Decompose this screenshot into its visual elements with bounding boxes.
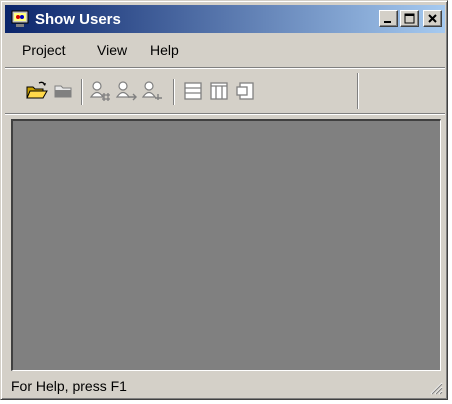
app-icon xyxy=(11,10,29,27)
menu-view[interactable]: View xyxy=(97,42,127,58)
maximize-button[interactable] xyxy=(400,10,419,27)
minimize-button[interactable] xyxy=(379,10,398,27)
window-title: Show Users xyxy=(35,11,121,28)
close-button[interactable] xyxy=(423,10,442,27)
toolbar-separator-line xyxy=(5,113,445,115)
folder-icon[interactable] xyxy=(51,79,75,103)
user-arrow-icon[interactable] xyxy=(115,79,139,103)
status-text: For Help, press F1 xyxy=(11,378,127,394)
title-bar[interactable]: Show Users xyxy=(5,5,445,33)
toolbar-separator xyxy=(81,79,83,105)
status-bar: For Help, press F1 xyxy=(5,375,445,397)
toolbar-separator xyxy=(173,79,175,105)
menu-help[interactable]: Help xyxy=(150,42,179,58)
user-add-icon[interactable] xyxy=(141,79,165,103)
open-folder-icon[interactable] xyxy=(25,79,49,103)
menu-bar: Project View Help xyxy=(5,37,445,63)
user-hash-icon[interactable] xyxy=(89,79,113,103)
view-split-icon[interactable] xyxy=(233,79,257,103)
view-horizontal-icon[interactable] xyxy=(181,79,205,103)
toolbar-end-separator xyxy=(357,73,359,109)
menu-separator xyxy=(5,67,445,69)
menu-project[interactable]: Project xyxy=(22,42,66,58)
resize-grip-icon[interactable] xyxy=(427,379,443,395)
toolbar xyxy=(5,71,445,111)
client-area[interactable] xyxy=(11,119,441,371)
app-window: Show Users Project View Help For Help, p… xyxy=(0,0,448,400)
view-columns-icon[interactable] xyxy=(207,79,231,103)
